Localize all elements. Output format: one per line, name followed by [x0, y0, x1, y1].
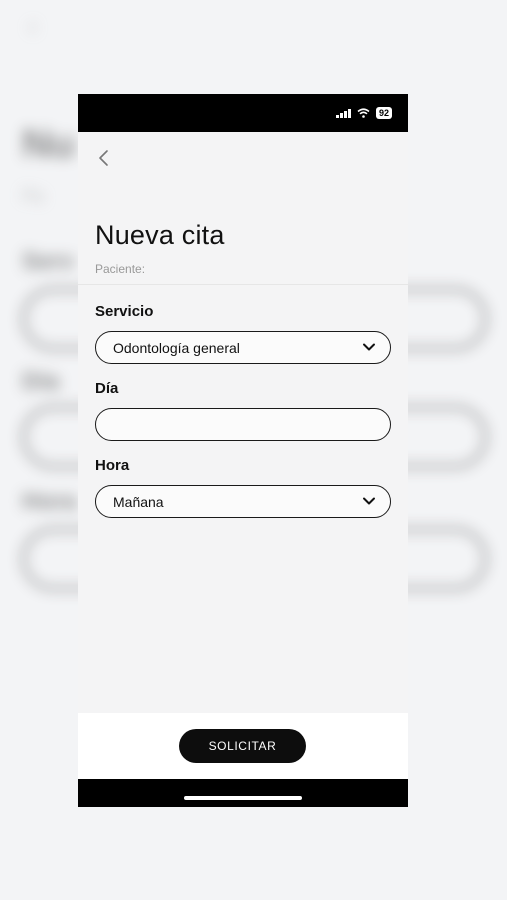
time-label: Hora: [95, 457, 130, 474]
bottom-action-bar: SOLICITAR: [78, 713, 408, 779]
phone-screen: 92 Nueva cita Paciente: Servicio Odontol…: [78, 94, 408, 807]
submit-button[interactable]: SOLICITAR: [179, 729, 306, 763]
background-back-icon: ‹: [28, 10, 38, 41]
time-select[interactable]: Mañana: [95, 485, 391, 518]
day-input[interactable]: [95, 408, 391, 441]
service-value: Odontología general: [113, 339, 240, 356]
divider: [78, 284, 408, 285]
background-title: Nu: [22, 122, 76, 166]
service-select[interactable]: Odontología general: [95, 331, 391, 364]
background-label: Hora: [22, 488, 77, 515]
patient-label: Paciente:: [95, 262, 146, 276]
time-value: Mañana: [113, 493, 164, 510]
day-label: Día: [95, 380, 119, 397]
status-bar: 92: [78, 94, 408, 132]
chevron-down-icon: [363, 343, 375, 351]
chevron-down-icon: [363, 497, 375, 505]
page-title: Nueva cita: [95, 220, 225, 250]
home-indicator[interactable]: [184, 796, 302, 800]
back-chevron-icon[interactable]: [94, 148, 114, 168]
background-subtitle: Pa: [22, 186, 45, 206]
service-label: Servicio: [95, 303, 154, 320]
background-label: Serv: [22, 248, 75, 275]
battery-indicator: 92: [375, 107, 392, 119]
background-label: Día: [22, 368, 60, 395]
wifi-icon: [357, 108, 370, 118]
signal-icon: [336, 108, 351, 118]
home-indicator-area: [78, 779, 408, 807]
status-icons: 92: [336, 107, 392, 119]
